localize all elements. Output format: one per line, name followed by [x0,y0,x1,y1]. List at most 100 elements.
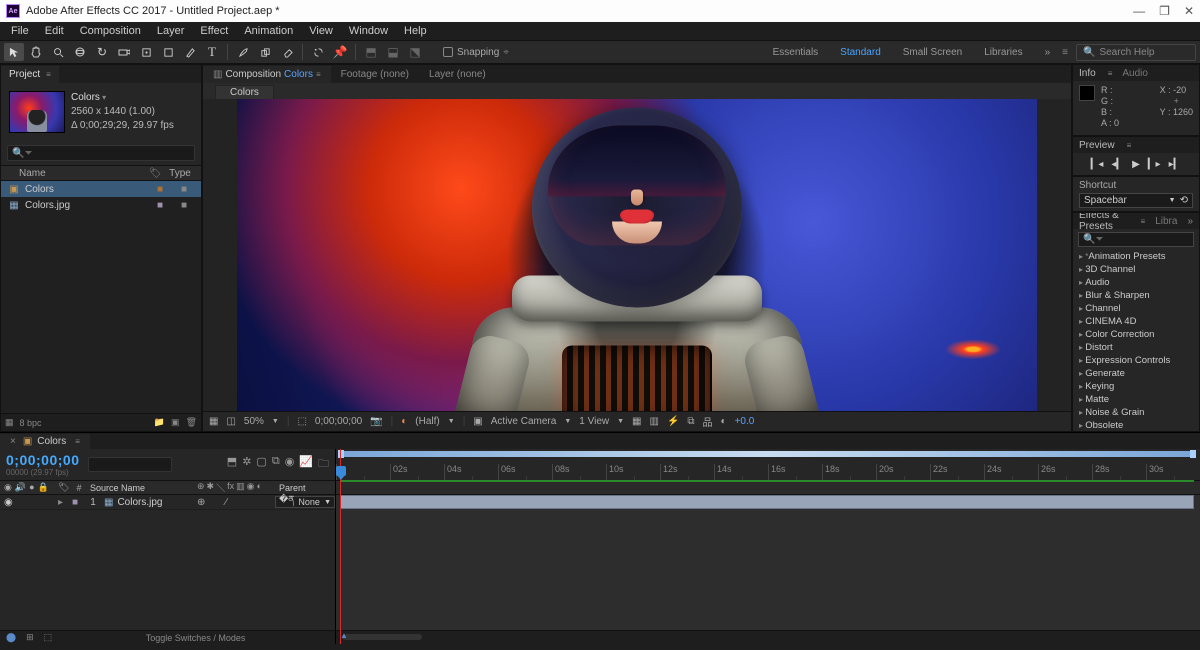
menu-help[interactable]: Help [397,23,434,39]
project-tab[interactable]: Project≡ [1,66,59,83]
maximize-button[interactable]: ❐ [1159,4,1170,18]
time-ruler[interactable]: 02s04s06s 08s10s12s14s 16s18s20s22s 24s2… [336,449,1200,481]
brainstore-icon[interactable]: 🗀 [318,455,329,474]
fx-cat[interactable]: Audio [1077,276,1195,289]
time-zoom-slider[interactable] [342,634,422,640]
workspace-libraries[interactable]: Libraries [974,44,1032,61]
channel-icon[interactable]: ◐ [401,416,407,427]
menu-view[interactable]: View [302,23,340,39]
timeline-layer-row[interactable]: ◉ ▸ ■ 1 ▦Colors.jpg ⊕∕ �ནNone▼ [0,495,335,510]
fx-cat[interactable]: Expression Controls [1077,354,1195,367]
trash-icon[interactable]: 🗑 [186,417,197,428]
snapshot-icon[interactable]: 📷 [370,416,382,427]
workspace-menu-icon[interactable]: ≡ [1062,47,1068,58]
shy-icon[interactable]: ⊕ [197,497,205,508]
draft3d-icon[interactable]: ✲ [242,455,251,474]
playhead[interactable] [340,449,341,644]
type-tool[interactable]: T [202,43,222,61]
panel-menu-icon[interactable]: ≡ [1141,217,1146,226]
transparency-icon[interactable]: ▣ [473,416,482,427]
local-axis-icon[interactable]: ⬒ [361,43,381,61]
fx-cat[interactable]: Keying [1077,380,1195,393]
fx-cat[interactable]: CINEMA 4D [1077,315,1195,328]
interpret-footage-icon[interactable]: ▦ [5,417,14,428]
close-button[interactable]: ✕ [1184,4,1194,18]
region-icon[interactable]: ◫ [226,416,235,427]
world-axis-icon[interactable]: ⬓ [383,43,403,61]
camera-dropdown[interactable]: Active Camera [491,416,557,427]
reset-exposure-icon[interactable]: ◐ [721,416,727,427]
menu-file[interactable]: File [4,23,36,39]
libraries-tab[interactable]: Libra [1155,216,1177,227]
pan-behind-tool[interactable] [136,43,156,61]
flow-tab[interactable]: Colors [215,85,274,100]
frame-blend-icon[interactable]: ⧉ [272,455,280,474]
project-search[interactable]: 🔍⏷ [7,145,195,161]
effects-tab[interactable]: Effects & Presets [1079,212,1129,232]
play-icon[interactable]: ▶ [1132,159,1140,170]
comp-flowchart-icon[interactable]: 品 [703,414,713,429]
menu-effect[interactable]: Effect [193,23,235,39]
shape-tool[interactable] [158,43,178,61]
footage-tab[interactable]: Footage (none) [331,66,419,83]
project-bpc[interactable]: 8 bpc [20,418,42,428]
col-type[interactable]: Type [165,168,195,179]
fx-cat[interactable]: Generate [1077,367,1195,380]
transfer-icon[interactable]: ⬤ [6,632,16,643]
hand-tool[interactable] [26,43,46,61]
menu-layer[interactable]: Layer [150,23,192,39]
view-axis-icon[interactable]: ⬔ [405,43,425,61]
clone-tool[interactable] [255,43,275,61]
workspace-overflow-icon[interactable]: » [1035,44,1061,61]
last-frame-icon[interactable]: ▸▎ [1169,159,1182,170]
col-name[interactable]: Name [7,168,149,179]
work-area-bar[interactable] [340,451,1194,457]
effects-search[interactable]: 🔍⏷ [1078,232,1194,247]
info-tab[interactable]: Info [1079,68,1096,79]
new-folder-icon[interactable]: 📁 [154,417,165,428]
fast-preview-icon[interactable]: ⚡ [667,416,679,427]
overflow-icon[interactable]: » [1187,216,1193,227]
preview-tab[interactable]: Preview [1079,140,1115,151]
brush-tool[interactable] [233,43,253,61]
alpha-icon[interactable]: ▦ [209,416,218,427]
fx-cat[interactable]: Blur & Sharpen [1077,289,1195,302]
exposure-value[interactable]: +0.0 [735,416,755,427]
eye-icon[interactable]: ◉ [4,497,13,508]
project-row-image[interactable]: ▦ Colors.jpg ■ ■ [1,197,201,213]
zoom-dropdown[interactable]: 50% [244,416,264,427]
expand-icon[interactable]: ⊞ [26,632,34,643]
current-timecode[interactable]: 0;00;00;00 [6,452,80,468]
graph-editor-icon[interactable]: 📈 [299,455,313,474]
menu-edit[interactable]: Edit [38,23,71,39]
eraser-tool[interactable] [277,43,297,61]
motion-blur-icon[interactable]: ◉ [285,455,295,474]
help-search[interactable]: 🔍 Search Help [1076,44,1196,61]
workspace-standard[interactable]: Standard [830,44,891,61]
parent-dropdown[interactable]: �ནNone▼ [275,496,335,508]
selection-tool[interactable] [4,43,24,61]
fx-cat[interactable]: Distort [1077,341,1195,354]
timeline-icon[interactable]: ⧉ [687,416,694,427]
puppet-tool[interactable]: 📌 [330,43,350,61]
res-full-icon[interactable]: ⬚ [297,416,306,427]
panel-menu-icon[interactable]: ≡ [46,70,51,79]
snapping-toggle[interactable]: Snapping ⌖ [443,47,509,58]
grid-icon[interactable]: ▦ [632,416,641,427]
fx-cat[interactable]: Matte [1077,393,1195,406]
next-frame-icon[interactable]: ▎▸ [1148,159,1161,170]
collapse-icon[interactable]: ∕ [225,497,227,508]
pen-tool[interactable] [180,43,200,61]
comp-tab[interactable]: ▥ Composition Colors ≡ [203,66,331,83]
resolution-dropdown[interactable]: (Half) [415,416,439,427]
layer-bar[interactable] [340,495,1194,509]
camera-tool[interactable] [114,43,134,61]
col-label-icon[interactable]: 🏷 [149,168,165,179]
fx-cat[interactable]: Animation Presets [1077,250,1195,263]
fx-cat[interactable]: Channel [1077,302,1195,315]
menu-window[interactable]: Window [342,23,395,39]
first-frame-icon[interactable]: ▎◂ [1091,159,1104,170]
fx-cat[interactable]: 3D Channel [1077,263,1195,276]
menu-composition[interactable]: Composition [73,23,148,39]
source-name-col[interactable]: Source Name [86,483,197,493]
